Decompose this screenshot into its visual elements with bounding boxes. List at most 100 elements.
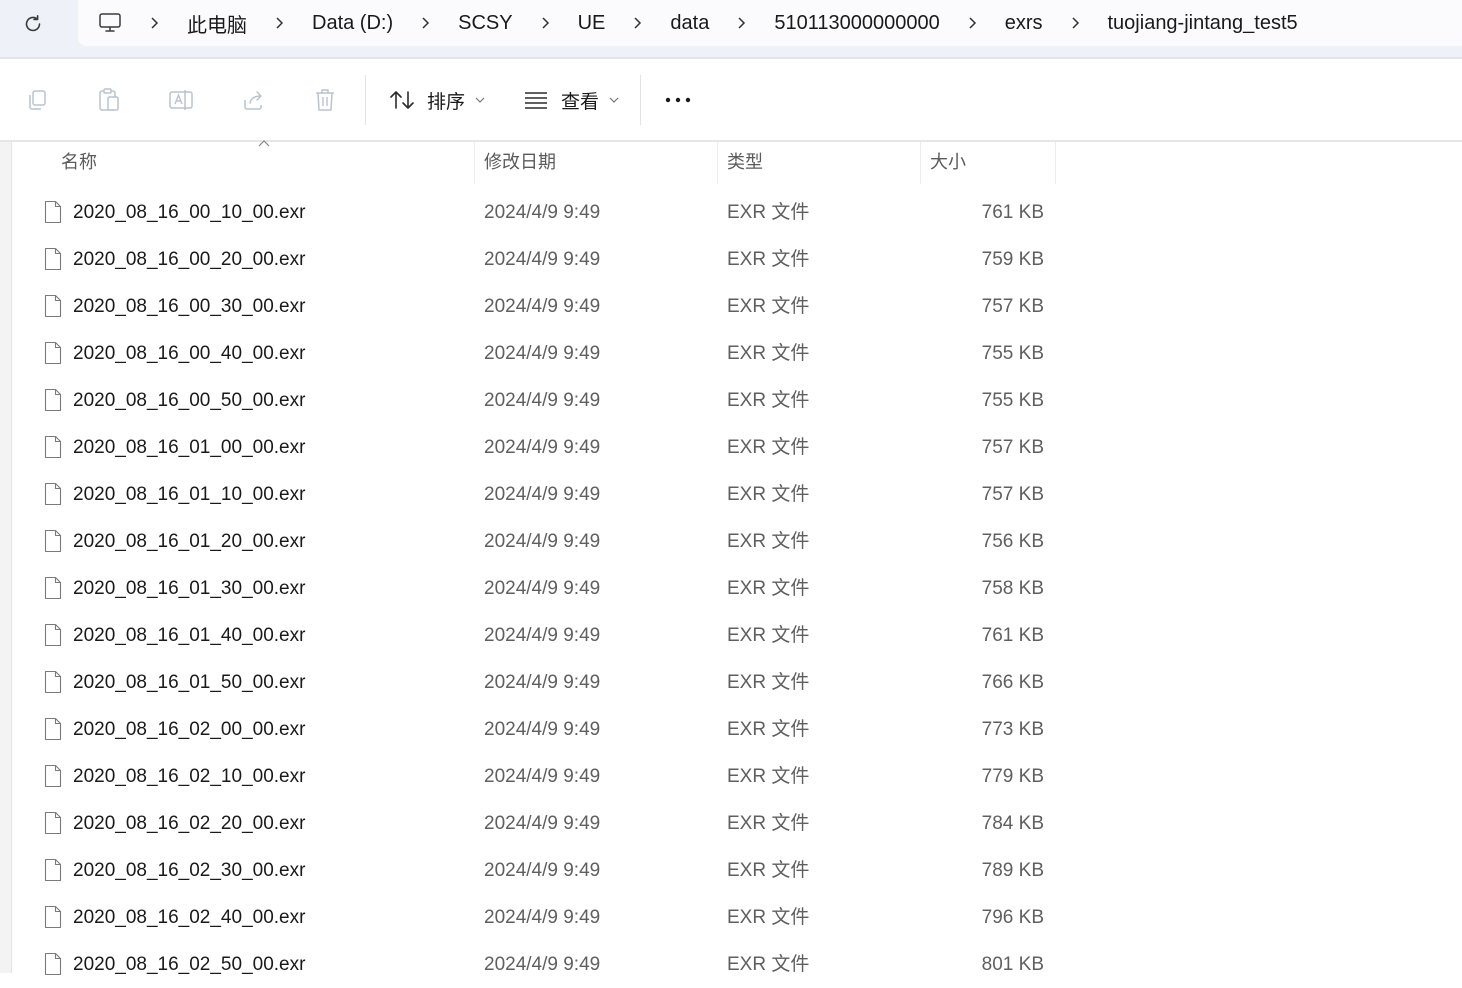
- file-row[interactable]: 2020_08_16_01_00_00.exr 2024/4/9 9:49 EXR …: [12, 424, 1462, 471]
- file-type: EXR 文件: [727, 954, 810, 975]
- column-divider[interactable]: [920, 142, 921, 184]
- file-row[interactable]: 2020_08_16_00_40_00.exr 2024/4/9 9:49 EXR …: [12, 330, 1462, 377]
- file-date-modified: 2024/4/9 9:49: [484, 907, 601, 928]
- file-row[interactable]: 2020_08_16_01_20_00.exr 2024/4/9 9:49 EXR …: [12, 518, 1462, 565]
- column-divider[interactable]: [1055, 142, 1056, 184]
- file-type: EXR 文件: [727, 625, 810, 646]
- view-button[interactable]: 查看: [523, 80, 619, 120]
- refresh-button[interactable]: [14, 6, 52, 42]
- file-name: 2020_08_16_01_00_00.exr: [73, 437, 306, 458]
- file-type: EXR 文件: [727, 531, 810, 552]
- file-date-modified: 2024/4/9 9:49: [484, 484, 601, 505]
- navigation-pane-edge[interactable]: [0, 142, 12, 973]
- file-icon: [44, 717, 62, 741]
- file-name: 2020_08_16_00_10_00.exr: [73, 202, 306, 223]
- file-type: EXR 文件: [727, 578, 810, 599]
- file-size: 773 KB: [981, 719, 1044, 740]
- file-icon: [44, 482, 62, 506]
- chevron-right-icon[interactable]: [421, 16, 430, 30]
- share-button[interactable]: [235, 80, 271, 120]
- file-row[interactable]: 2020_08_16_02_40_00.exr 2024/4/9 9:49 EXR …: [12, 894, 1462, 941]
- file-row[interactable]: 2020_08_16_00_20_00.exr 2024/4/9 9:49 EXR …: [12, 236, 1462, 283]
- sort-button[interactable]: 排序: [389, 80, 485, 120]
- file-name: 2020_08_16_01_20_00.exr: [73, 531, 306, 552]
- file-row[interactable]: 2020_08_16_02_30_00.exr 2024/4/9 9:49 EXR …: [12, 847, 1462, 894]
- file-row[interactable]: 2020_08_16_02_00_00.exr 2024/4/9 9:49 EXR …: [12, 706, 1462, 753]
- chevron-right-icon[interactable]: [275, 16, 284, 30]
- chevron-right-icon[interactable]: [1071, 16, 1080, 30]
- file-row[interactable]: 2020_08_16_02_20_00.exr 2024/4/9 9:49 EXR …: [12, 800, 1462, 847]
- list-view-icon: [525, 92, 547, 109]
- more-options-button[interactable]: [660, 80, 696, 120]
- file-icon: [44, 764, 62, 788]
- chevron-right-icon[interactable]: [737, 16, 746, 30]
- file-icon: [44, 952, 62, 976]
- file-row[interactable]: 2020_08_16_00_30_00.exr 2024/4/9 9:49 EXR …: [12, 283, 1462, 330]
- file-row[interactable]: 2020_08_16_02_10_00.exr 2024/4/9 9:49 EXR …: [12, 753, 1462, 800]
- breadcrumb-item-drive[interactable]: Data (D:): [312, 12, 393, 35]
- file-type: EXR 文件: [727, 249, 810, 270]
- file-type: EXR 文件: [727, 484, 810, 505]
- file-size: 755 KB: [981, 343, 1044, 364]
- chevron-right-icon[interactable]: [633, 16, 642, 30]
- file-size: 784 KB: [981, 813, 1044, 834]
- file-size: 796 KB: [981, 907, 1044, 928]
- breadcrumb-item-this-pc[interactable]: 此电脑: [187, 9, 247, 38]
- file-row[interactable]: 2020_08_16_01_50_00.exr 2024/4/9 9:49 EXR …: [12, 659, 1462, 706]
- file-date-modified: 2024/4/9 9:49: [484, 860, 601, 881]
- file-date-modified: 2024/4/9 9:49: [484, 813, 601, 834]
- file-row[interactable]: 2020_08_16_01_30_00.exr 2024/4/9 9:49 EXR …: [12, 565, 1462, 612]
- file-icon: [44, 200, 62, 224]
- copy-button[interactable]: [19, 80, 55, 120]
- file-type: EXR 文件: [727, 296, 810, 317]
- file-row[interactable]: 2020_08_16_01_10_00.exr 2024/4/9 9:49 EXR …: [12, 471, 1462, 518]
- file-name: 2020_08_16_02_30_00.exr: [73, 860, 306, 881]
- file-icon: [44, 623, 62, 647]
- paste-button[interactable]: [91, 80, 127, 120]
- file-name: 2020_08_16_02_10_00.exr: [73, 766, 306, 787]
- chevron-right-icon[interactable]: [150, 16, 159, 30]
- breadcrumb-item-code[interactable]: 510113000000000: [774, 12, 939, 35]
- file-name: 2020_08_16_02_40_00.exr: [73, 907, 306, 928]
- file-row[interactable]: 2020_08_16_02_50_00.exr 2024/4/9 9:49 EXR …: [12, 941, 1462, 988]
- column-name[interactable]: 名称: [61, 142, 473, 184]
- file-size: 755 KB: [981, 390, 1044, 411]
- file-type: EXR 文件: [727, 719, 810, 740]
- file-type: EXR 文件: [727, 437, 810, 458]
- breadcrumb-item-data[interactable]: data: [670, 12, 709, 35]
- chevron-right-icon[interactable]: [541, 16, 550, 30]
- breadcrumb-box[interactable]: 此电脑 Data (D:) SCSY UE data 5101130000000…: [78, 0, 1462, 46]
- file-row[interactable]: 2020_08_16_00_10_00.exr 2024/4/9 9:49 EXR …: [12, 189, 1462, 236]
- file-size: 761 KB: [981, 202, 1044, 223]
- file-name: 2020_08_16_00_50_00.exr: [73, 390, 306, 411]
- file-name: 2020_08_16_02_50_00.exr: [73, 954, 306, 975]
- breadcrumb-item-exrs[interactable]: exrs: [1005, 12, 1043, 35]
- breadcrumb-item-current-folder[interactable]: tuojiang-jintang_test5: [1108, 12, 1298, 35]
- chevron-right-icon[interactable]: [968, 16, 977, 30]
- file-name: 2020_08_16_02_00_00.exr: [73, 719, 306, 740]
- file-date-modified: 2024/4/9 9:49: [484, 249, 601, 270]
- file-date-modified: 2024/4/9 9:49: [484, 578, 601, 599]
- file-row[interactable]: 2020_08_16_00_50_00.exr 2024/4/9 9:49 EXR …: [12, 377, 1462, 424]
- column-type[interactable]: 类型: [727, 142, 919, 184]
- copy-icon: [29, 90, 46, 110]
- breadcrumb-item-scsy[interactable]: SCSY: [458, 12, 512, 35]
- file-size: 759 KB: [981, 249, 1044, 270]
- breadcrumb-item-ue[interactable]: UE: [578, 12, 606, 35]
- column-date-modified[interactable]: 修改日期: [484, 142, 716, 184]
- column-size[interactable]: 大小: [930, 142, 1054, 184]
- file-date-modified: 2024/4/9 9:49: [484, 390, 601, 411]
- file-type: EXR 文件: [727, 343, 810, 364]
- file-size: 766 KB: [981, 672, 1044, 693]
- computer-icon[interactable]: [98, 12, 122, 34]
- file-date-modified: 2024/4/9 9:49: [484, 343, 601, 364]
- column-divider[interactable]: [474, 142, 475, 184]
- file-size: 758 KB: [981, 578, 1044, 599]
- file-row[interactable]: 2020_08_16_01_40_00.exr 2024/4/9 9:49 EXR …: [12, 612, 1462, 659]
- delete-button[interactable]: [307, 80, 343, 120]
- column-divider[interactable]: [717, 142, 718, 184]
- file-icon: [44, 905, 62, 929]
- file-type: EXR 文件: [727, 907, 810, 928]
- file-date-modified: 2024/4/9 9:49: [484, 296, 601, 317]
- rename-button[interactable]: [163, 80, 199, 120]
